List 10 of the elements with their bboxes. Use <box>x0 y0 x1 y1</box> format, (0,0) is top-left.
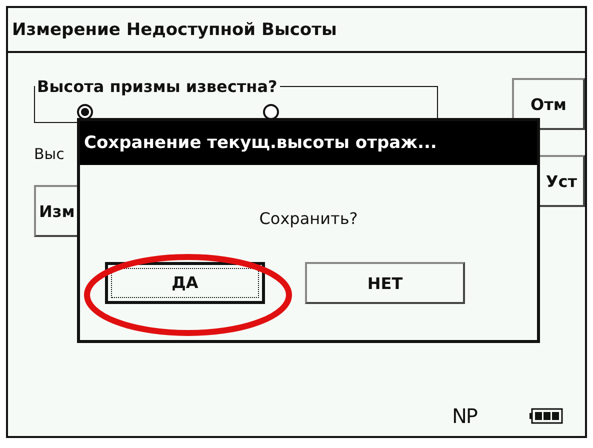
no-button[interactable]: НЕТ <box>305 262 465 304</box>
yes-button[interactable]: ДА <box>105 262 265 304</box>
battery-icon <box>529 408 563 424</box>
height-label: Выс <box>34 145 64 163</box>
prism-mode-label: NP <box>452 404 477 428</box>
cancel-button[interactable]: Отм <box>512 78 585 130</box>
group-label: Высота призмы известна? <box>36 77 278 96</box>
dialog-message: Сохранить? <box>259 209 358 228</box>
window-title: Измерение Недоступной Высоты <box>12 20 337 40</box>
dialog-title: Сохранение текущ.высоты отраж... <box>84 133 437 153</box>
